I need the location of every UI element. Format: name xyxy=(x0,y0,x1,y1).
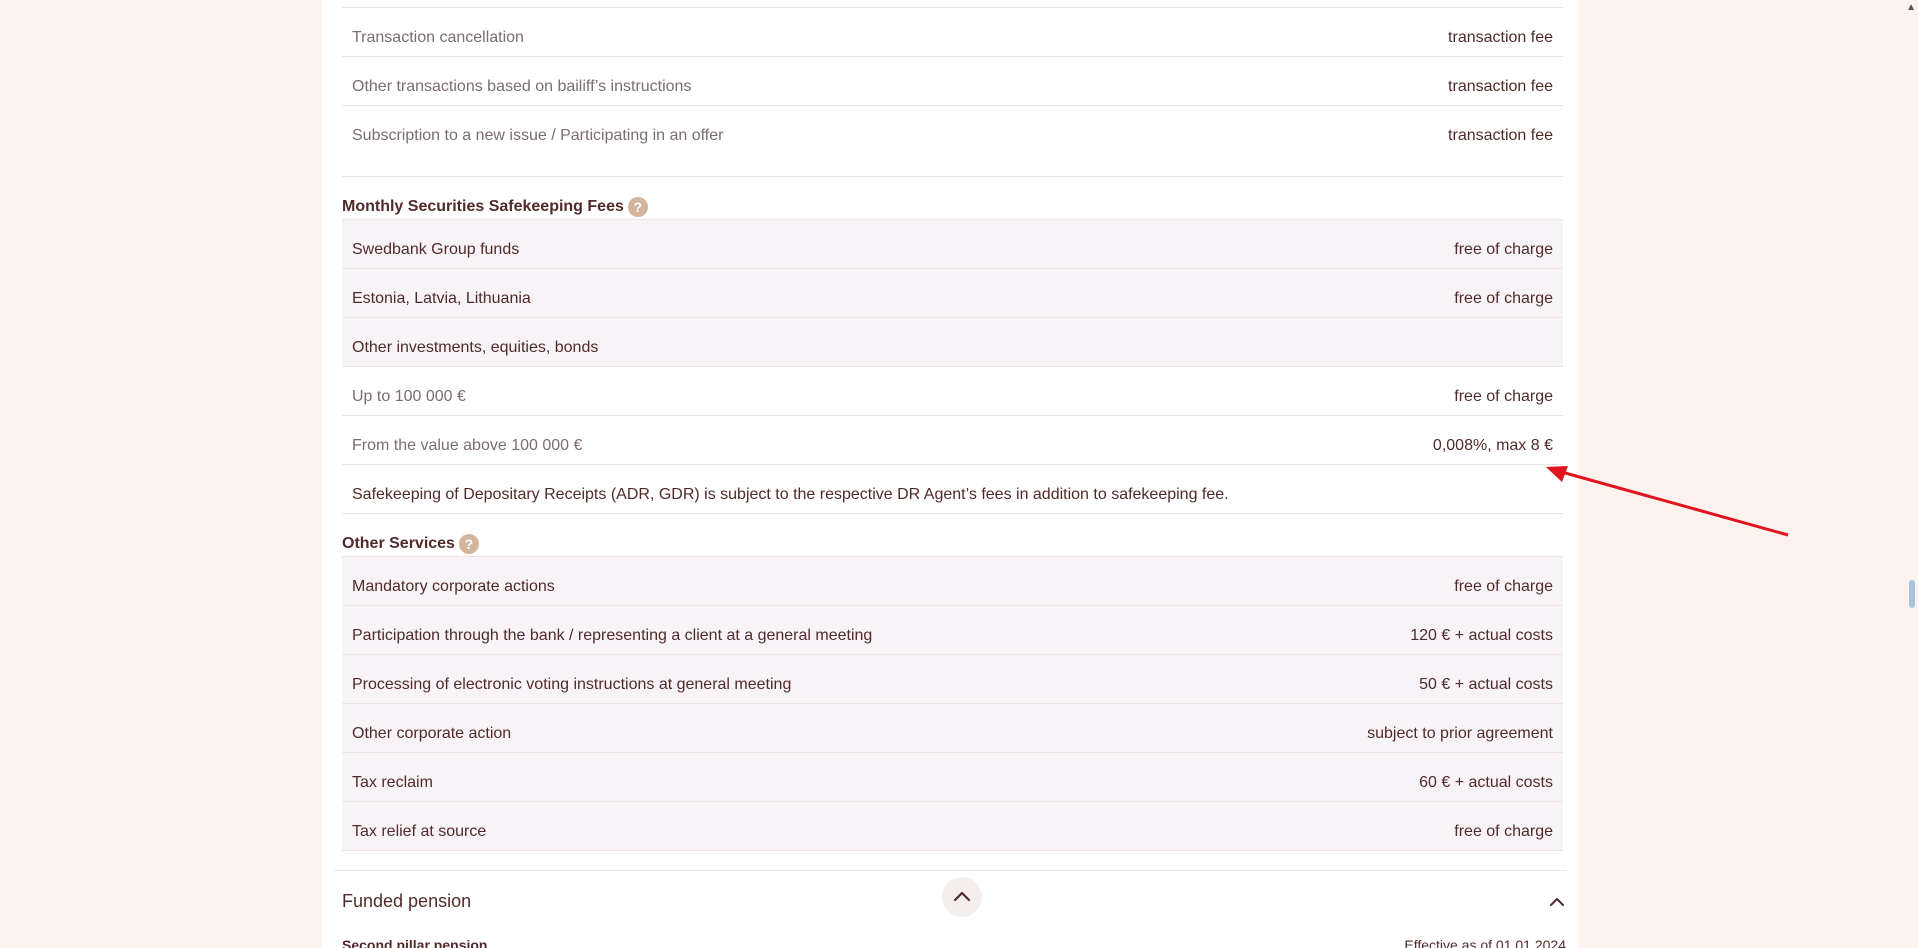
row-label: Safekeeping of Depositary Receipts (ADR,… xyxy=(352,486,1229,503)
funded-pension-section: Funded pension Second pillar pension Eff… xyxy=(334,870,1566,948)
table-row: Tax relief at source free of charge xyxy=(342,802,1563,851)
scrollbar-thumb[interactable] xyxy=(1909,580,1915,608)
row-value: 60 € + actual costs xyxy=(1419,774,1553,791)
effective-date: Effective as of 01.01.2024 xyxy=(1404,937,1566,948)
row-label: From the value above 100 000 € xyxy=(352,437,583,454)
section-title-safekeeping: Monthly Securities Safekeeping Fees ? xyxy=(342,177,1563,220)
row-value: transaction fee xyxy=(1448,127,1553,144)
row-value: transaction fee xyxy=(1448,29,1553,46)
main-content: Transaction cancellation transaction fee… xyxy=(322,0,1578,948)
table-row: Swedbank Group funds free of charge xyxy=(342,220,1563,269)
row-value: 120 € + actual costs xyxy=(1410,627,1553,644)
table-row: From the value above 100 000 € 0,008%, m… xyxy=(342,416,1563,465)
table-row: Participation through the bank / represe… xyxy=(342,606,1563,655)
table-row: Mandatory corporate actions free of char… xyxy=(342,557,1563,606)
chevron-up-icon xyxy=(953,891,971,902)
row-label: Subscription to a new issue / Participat… xyxy=(352,127,724,144)
scroll-up-icon[interactable]: ▲ xyxy=(1906,2,1916,13)
table-row: Transaction cancellation transaction fee xyxy=(342,8,1563,57)
second-pillar-heading: Second pillar pension xyxy=(342,937,488,948)
section-title-other-services: Other Services ? xyxy=(342,514,1563,557)
table-row: Tax reclaim 60 € + actual costs xyxy=(342,753,1563,802)
divider xyxy=(342,0,1563,8)
table-row: Processing of electronic voting instruct… xyxy=(342,655,1563,704)
page-scrollbar[interactable]: ▲ xyxy=(1903,0,1918,948)
table-row: Other corporate action subject to prior … xyxy=(342,704,1563,753)
page: Transaction cancellation transaction fee… xyxy=(0,0,1918,948)
row-label: Estonia, Latvia, Lithuania xyxy=(352,290,531,307)
scroll-to-top-button[interactable] xyxy=(942,877,982,917)
annotation-arrow xyxy=(1546,466,1789,537)
row-label: Tax relief at source xyxy=(352,823,487,840)
row-value: free of charge xyxy=(1454,388,1553,405)
funded-pension-title[interactable]: Funded pension xyxy=(342,891,471,912)
table-row: Other transactions based on bailiff’s in… xyxy=(342,57,1563,106)
row-value: transaction fee xyxy=(1448,78,1553,95)
chevron-up-icon[interactable] xyxy=(1548,893,1566,911)
table-row: Safekeeping of Depositary Receipts (ADR,… xyxy=(342,465,1563,514)
help-icon[interactable]: ? xyxy=(627,197,648,217)
section-title-text: Monthly Securities Safekeeping Fees xyxy=(342,198,624,215)
row-label: Up to 100 000 € xyxy=(352,388,466,405)
row-label: Participation through the bank / represe… xyxy=(352,627,873,644)
row-value: free of charge xyxy=(1454,241,1553,258)
row-label: Other corporate action xyxy=(352,725,512,742)
table-row: Subscription to a new issue / Participat… xyxy=(342,106,1563,177)
row-label: Swedbank Group funds xyxy=(352,241,520,258)
row-value: free of charge xyxy=(1454,290,1553,307)
table-row: Estonia, Latvia, Lithuania free of charg… xyxy=(342,269,1563,318)
fee-table: Transaction cancellation transaction fee… xyxy=(342,0,1563,851)
row-label: Tax reclaim xyxy=(352,774,433,791)
row-value: free of charge xyxy=(1454,578,1553,595)
row-label: Other transactions based on bailiff’s in… xyxy=(352,78,692,95)
section-title-text: Other Services xyxy=(342,535,455,552)
table-row: Up to 100 000 € free of charge xyxy=(342,367,1563,416)
row-value: subject to prior agreement xyxy=(1367,725,1553,742)
row-label: Mandatory corporate actions xyxy=(352,578,555,595)
row-label: Other investments, equities, bonds xyxy=(352,339,599,356)
row-label: Processing of electronic voting instruct… xyxy=(352,676,792,693)
row-value: free of charge xyxy=(1454,823,1553,840)
row-value: 0,008%, max 8 € xyxy=(1432,437,1553,454)
help-icon[interactable]: ? xyxy=(458,534,479,554)
row-label: Transaction cancellation xyxy=(352,29,524,46)
row-value: 50 € + actual costs xyxy=(1419,676,1553,693)
table-row: Other investments, equities, bonds xyxy=(342,318,1563,367)
